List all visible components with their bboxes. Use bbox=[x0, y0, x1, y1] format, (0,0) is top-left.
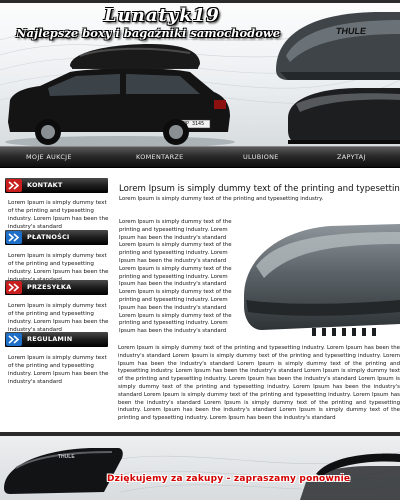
footer-background bbox=[0, 432, 400, 500]
roof-box-product-image bbox=[244, 224, 400, 336]
auction-page: OPP 3145 THULE Lunatyk19 Najlepsze boxy … bbox=[0, 0, 400, 500]
footer-banner: THULE Dziękujemy za zakupy - zapraszamy … bbox=[0, 432, 400, 500]
main-full-text: Lorem Ipsum is simply dummy text of the … bbox=[118, 345, 400, 422]
footer-thank-you-text: Dziękujemy za zakupy - zapraszamy ponown… bbox=[107, 474, 351, 484]
footer-box-logo: THULE bbox=[58, 454, 75, 460]
